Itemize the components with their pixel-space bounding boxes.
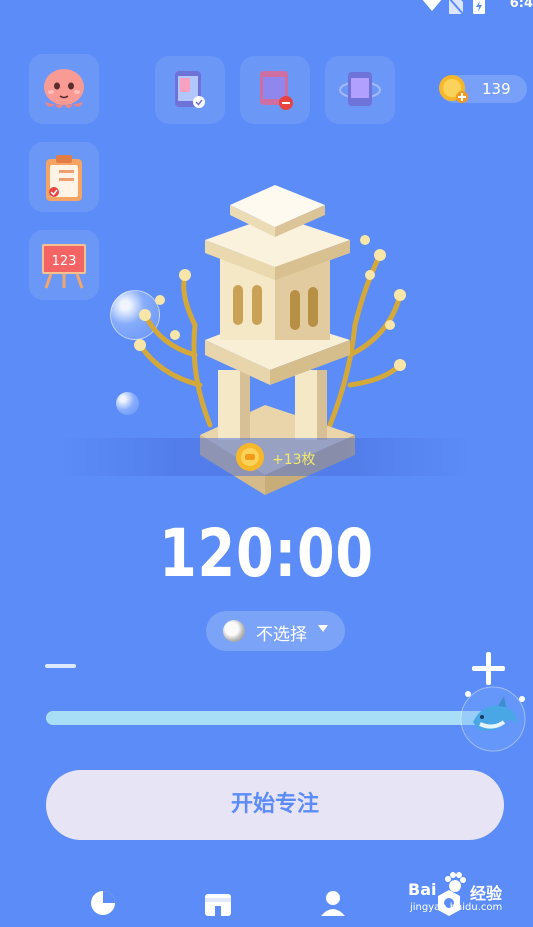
tag-label: 不选择 (256, 625, 307, 645)
task-list-icon (29, 155, 99, 216)
battery-charging-icon (473, 0, 485, 18)
stats-icon[interactable] (88, 888, 118, 918)
watermark-text: 经验 (470, 884, 503, 903)
watermark-url: jingyan.baidu.com (410, 902, 503, 913)
no-sim-icon (449, 0, 464, 18)
profile-icon[interactable] (318, 888, 348, 918)
dolphin-icon (458, 686, 528, 758)
tag-dot-icon (223, 620, 245, 642)
chevron-down-icon (318, 625, 328, 632)
counter-board-icon: 123 (29, 244, 99, 304)
counter-board-button[interactable]: 123 (29, 230, 99, 300)
increase-duration-button[interactable] (472, 652, 505, 685)
decrease-duration-button[interactable] (45, 655, 77, 677)
coin-count: 139 (482, 80, 511, 98)
coin-add-icon (438, 73, 470, 109)
phone-block-icon (240, 71, 310, 128)
wifi-icon (421, 0, 443, 16)
focus-timer: 120:00 (159, 515, 374, 592)
phone-whitelist-icon (155, 71, 225, 128)
watermark-brand: Bai (408, 880, 437, 899)
reward-text: +13枚 (272, 452, 316, 468)
coin-balance[interactable]: 139 (439, 75, 527, 103)
task-list-button[interactable] (29, 142, 99, 212)
phone-block-button[interactable] (240, 56, 310, 124)
phone-rotate-icon (325, 72, 395, 128)
status-time: 6:4 (509, 0, 533, 11)
status-bar: 6:4 (413, 0, 533, 16)
phone-whitelist-button[interactable] (155, 56, 225, 124)
octopus-avatar-icon (29, 69, 99, 128)
baidu-paw-icon (442, 870, 468, 900)
baidu-watermark: Bai 经验 jingyan.baidu.com (408, 868, 533, 920)
octopus-avatar-button[interactable] (29, 54, 99, 124)
tag-selector[interactable]: 不选择 (206, 611, 345, 651)
slider-handle-dolphin[interactable] (458, 684, 528, 754)
svg-text:123: 123 (52, 254, 77, 269)
reward-band (60, 438, 470, 476)
reward-coin-icon (235, 442, 265, 476)
shop-icon[interactable] (203, 888, 233, 918)
phone-rotate-button[interactable] (325, 56, 395, 124)
start-focus-button[interactable]: 开始专注 (46, 770, 504, 840)
duration-slider[interactable] (46, 711, 486, 725)
